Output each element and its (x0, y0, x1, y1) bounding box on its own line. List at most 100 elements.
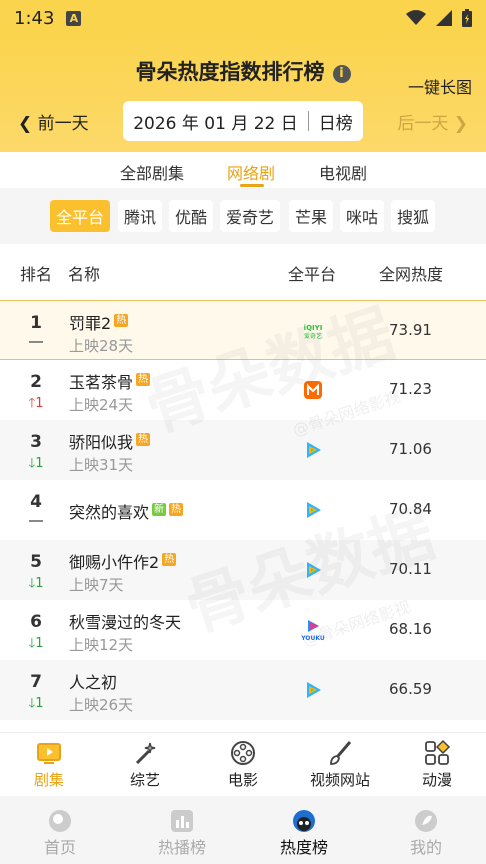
category-variety-label: 综艺 (129, 771, 160, 789)
rank-number: 5 (30, 552, 42, 572)
film-reel-icon (231, 741, 255, 765)
platform-chip-mango[interactable]: 芒果 (289, 200, 334, 232)
magic-wand-icon (135, 742, 156, 765)
series-title: 罚罪2 (69, 314, 112, 333)
tab-web-series[interactable]: 网络剧 (227, 160, 275, 184)
category-movie-label: 电影 (227, 771, 258, 789)
platform-chip-sohu[interactable]: 搜狐 (391, 200, 436, 232)
rank-change: 🡓1 (22, 454, 50, 476)
heat-value: 68.16 (389, 620, 432, 638)
series-title: 突然的喜欢 (69, 503, 150, 522)
category-nav: 剧集 综艺 电影 视频网站 动漫 (0, 732, 486, 796)
platform-chip-all[interactable]: 全平台 (50, 200, 111, 232)
col-heat: 全网热度 (379, 265, 444, 284)
status-time: 1:43 (14, 7, 55, 29)
tencent-video-icon (300, 560, 326, 580)
brush-icon (330, 741, 352, 765)
tencent-video-icon (300, 440, 326, 460)
hot-badge: 热 (169, 503, 184, 516)
rank-number: 6 (30, 612, 42, 632)
category-drama[interactable]: 剧集 (4, 739, 94, 790)
long-image-button[interactable]: 一键长图 (408, 74, 472, 98)
nav-heat-rank[interactable]: 热度榜 (259, 808, 349, 858)
category-movie[interactable]: 电影 (198, 739, 288, 790)
category-variety[interactable]: 综艺 (100, 739, 190, 790)
rank-change: 🡓1 (22, 694, 50, 716)
nav-hot-play[interactable]: 热播榜 (137, 808, 227, 858)
col-platform[interactable]: 全平台 (288, 261, 336, 285)
series-title: 御赐小仵作2 (69, 553, 160, 572)
chevron-right-icon: ❯ (453, 114, 468, 134)
nav-hot-play-label: 热播榜 (157, 838, 206, 857)
hot-badge: 热 (136, 373, 151, 386)
nav-home-label: 首页 (43, 838, 76, 857)
heat-value: 73.91 (389, 321, 432, 339)
platform-chip-iqiyi[interactable]: 爱奇艺 (220, 200, 281, 232)
series-name: 玉茗茶骨热 (69, 369, 151, 393)
series-type-tabs: 全部剧集 网络剧 电视剧 (0, 152, 486, 188)
wifi-icon (406, 10, 426, 25)
series-title: 骄阳似我 (69, 433, 134, 452)
table-row[interactable]: 7 🡓1 人之初 上映26天 66.59 (0, 660, 486, 720)
platform-chip-migu[interactable]: 咪咕 (340, 200, 385, 232)
series-name: 秋雪漫过的冬天 (69, 609, 181, 633)
series-name: 御赐小仵作2 热 (69, 549, 177, 573)
platform-chip-youku[interactable]: 优酷 (169, 200, 214, 232)
platform-filter: 全平台 腾讯 优酷 爱奇艺 芒果 咪咕 搜狐 (0, 188, 486, 244)
chart-icon (171, 810, 193, 832)
hot-badge: 热 (114, 314, 129, 327)
release-days: 上映26天 (69, 696, 134, 714)
col-name: 名称 (68, 265, 101, 284)
series-name: 罚罪2 热 (69, 310, 129, 334)
signal-icon (436, 10, 452, 26)
nav-home[interactable]: 首页 (15, 808, 105, 858)
rank-change: 🡑1 (22, 394, 50, 416)
chevron-left-icon: ❮ (18, 114, 33, 134)
heat-value: 70.11 (389, 560, 432, 578)
home-icon (49, 810, 71, 832)
category-video-sites[interactable]: 视频网站 (295, 739, 385, 790)
no-change-icon (29, 341, 43, 343)
mango-icon (300, 380, 326, 400)
platform-chip-tencent[interactable]: 腾讯 (118, 200, 163, 232)
release-days: 上映28天 (69, 337, 134, 355)
release-days: 上映7天 (69, 576, 124, 594)
rank-number: 4 (30, 492, 42, 512)
profile-icon (415, 810, 437, 832)
next-day-button[interactable]: 后一天 ❯ (397, 109, 468, 134)
tab-all-series[interactable]: 全部剧集 (120, 160, 184, 184)
svg-text:爱奇艺: 爱奇艺 (304, 332, 322, 340)
rank-number: 2 (30, 372, 42, 392)
info-icon[interactable]: i (332, 64, 351, 83)
rank-change-value: 1 (35, 396, 44, 411)
table-row[interactable]: 5 🡓1 御赐小仵作2 热 上映7天 70.11 (0, 540, 486, 600)
tencent-video-icon (300, 680, 326, 700)
table-row[interactable]: 6 🡓1 秋雪漫过的冬天 上映12天 YOUKU 68.16 (0, 600, 486, 660)
table-row[interactable]: 1 罚罪2 热 上映28天 iQIYI 爱奇艺 73.91 (0, 300, 486, 360)
rank-change-value: 1 (35, 456, 44, 471)
rank-change (22, 514, 50, 522)
series-title: 秋雪漫过的冬天 (69, 613, 182, 632)
ranking-header: 骨朵热度指数排行榜 i 一键长图 ❮ 前一天 2026 年 01 月 22 日 日… (0, 36, 486, 152)
nav-profile[interactable]: 我的 (381, 808, 471, 858)
status-icons (406, 9, 472, 27)
bottom-nav: 首页 热播榜 热度榜 我的 (0, 796, 486, 864)
hot-badge: 热 (162, 553, 177, 566)
table-row[interactable]: 4 突然的喜欢新热 70.84 (0, 480, 486, 540)
period-value: 日榜 (318, 113, 353, 134)
rank-change-value: 1 (35, 696, 44, 711)
rank-number: 3 (30, 432, 42, 452)
no-change-icon (29, 520, 43, 522)
prev-day-button[interactable]: ❮ 前一天 (18, 109, 89, 134)
series-name: 骄阳似我热 (69, 429, 151, 453)
table-row[interactable]: 2 🡑1 玉茗茶骨热 上映24天 71.23 (0, 360, 486, 420)
next-day-label: 后一天 (397, 114, 449, 134)
tab-tv-series[interactable]: 电视剧 (319, 160, 367, 184)
category-anime[interactable]: 动漫 (392, 739, 482, 790)
rank-change-value: 1 (35, 636, 44, 651)
battery-icon (462, 9, 472, 27)
date-picker[interactable]: 2026 年 01 月 22 日 日榜 (123, 101, 363, 141)
new-badge: 新 (152, 503, 167, 516)
series-title: 人之初 (69, 673, 118, 692)
table-row[interactable]: 3 🡓1 骄阳似我热 上映31天 71.06 (0, 420, 486, 480)
